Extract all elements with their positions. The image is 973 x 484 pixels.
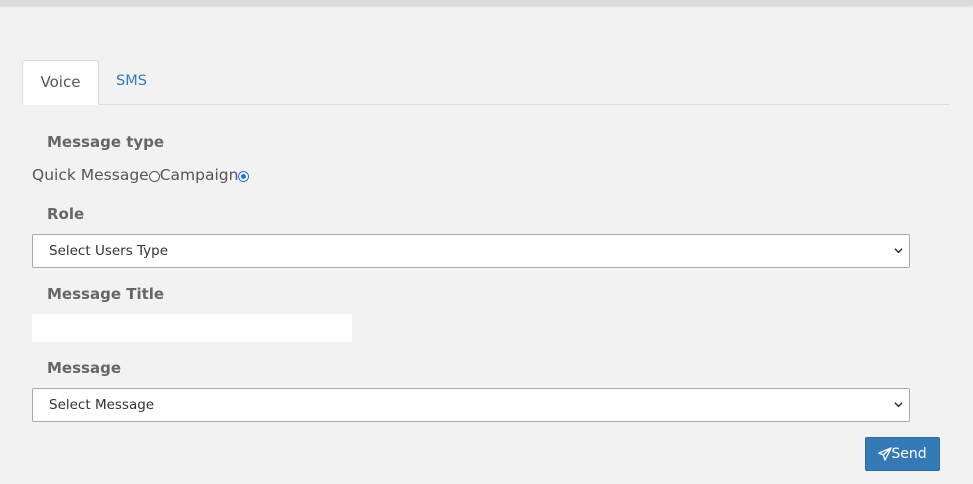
quick-message-label: Quick Message: [32, 166, 149, 184]
top-bar: [0, 0, 973, 6]
quick-message-radio[interactable]: [148, 171, 160, 182]
tab-bar: Voice SMS: [22, 60, 949, 105]
tab-sms[interactable]: SMS: [116, 60, 147, 104]
message-type-radio-group: Quick Message Campaign: [32, 163, 250, 187]
message-type-label: Message type: [47, 133, 165, 151]
role-select[interactable]: Select Users Type: [32, 234, 910, 268]
role-label: Role: [47, 205, 85, 223]
campaign-label: Campaign: [159, 166, 239, 184]
tab-voice[interactable]: Voice: [22, 60, 99, 105]
send-button[interactable]: Send: [865, 437, 940, 471]
message-select[interactable]: Select Message: [32, 388, 910, 422]
message-label: Message: [47, 359, 121, 377]
campaign-radio[interactable]: [238, 171, 250, 182]
message-select-value: Select Message: [49, 397, 155, 413]
role-select-value: Select Users Type: [49, 243, 169, 259]
send-icon: [878, 447, 893, 461]
message-title-input[interactable]: [32, 314, 352, 342]
send-button-label: Send: [891, 446, 927, 462]
chevron-down-icon: [894, 402, 903, 408]
message-title-label: Message Title: [47, 285, 165, 303]
chevron-down-icon: [894, 248, 903, 254]
